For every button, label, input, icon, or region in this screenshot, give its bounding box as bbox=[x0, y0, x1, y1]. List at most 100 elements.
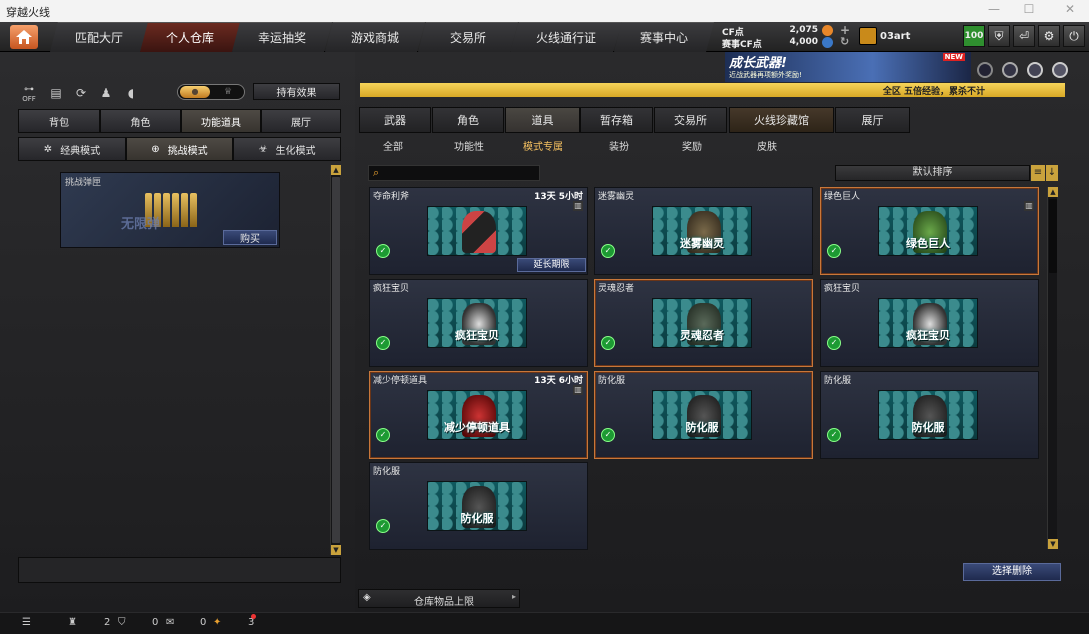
filter-reward[interactable]: 奖励 bbox=[669, 138, 715, 154]
banner-subtitle: 近战武器再项额外奖励! bbox=[729, 71, 802, 79]
left-tab-backpack[interactable]: 背包 bbox=[18, 109, 100, 133]
power-icon[interactable]: ⏻ bbox=[1063, 25, 1085, 47]
mouse-icon[interactable]: ◖ bbox=[122, 84, 140, 102]
promo-banner[interactable]: 成长武器! 近战武器再项额外奖励! NEW bbox=[725, 52, 971, 82]
maximize-button[interactable]: ☐ bbox=[1019, 2, 1039, 16]
capacity-button[interactable]: ◈ 仓库物品上限 ▸ bbox=[358, 589, 520, 608]
item-card[interactable]: 夺命利斧 13天 5小时 ▥ ✓ 延长期限 bbox=[369, 187, 588, 275]
emblem-icon-4[interactable] bbox=[1052, 62, 1068, 78]
right-tab-storage-box[interactable]: 暂存箱 bbox=[580, 107, 653, 133]
minimize-button[interactable]: — bbox=[984, 2, 1004, 16]
list-view-icon[interactable]: ≡ bbox=[1031, 165, 1045, 181]
item-card[interactable]: 减少停顿道具 13天 6小时 ▥ 减少停顿道具 ✓ bbox=[369, 371, 588, 459]
left-footer-bar bbox=[18, 557, 341, 583]
gear-icon[interactable]: ⚙ bbox=[1038, 25, 1060, 47]
scroll-down-icon[interactable]: ▼ bbox=[1048, 539, 1058, 549]
mode-biohazard[interactable]: ☣ 生化模式 bbox=[233, 137, 341, 161]
refresh-points-icon[interactable]: ↻ bbox=[840, 35, 849, 48]
exit-icon[interactable]: ⏎ bbox=[1013, 25, 1035, 47]
nav-tab-match-lobby[interactable]: 匹配大厅 bbox=[50, 22, 148, 52]
extend-duration-button[interactable]: 延长期限 bbox=[517, 258, 586, 272]
item-card[interactable]: 防化服 防化服 ✓ bbox=[594, 371, 813, 459]
nav-tab-personal-storage[interactable]: 个人仓库 bbox=[140, 22, 240, 52]
bulk-delete-button[interactable]: 选择删除 bbox=[963, 563, 1061, 581]
filter-skin[interactable]: 皮肤 bbox=[744, 138, 790, 154]
scroll-down-icon[interactable]: ▼ bbox=[331, 545, 341, 555]
friends-icon[interactable]: ♜ bbox=[68, 617, 77, 628]
search-input[interactable]: ⌕ bbox=[368, 165, 540, 181]
item-caption: 绿色巨人 bbox=[906, 237, 950, 250]
mode-challenge[interactable]: ⊕ 挑战模式 bbox=[126, 137, 233, 161]
mode-badge-icon: ✓ bbox=[827, 336, 841, 350]
mode-challenge-label: 挑战模式 bbox=[167, 145, 208, 157]
buy-button[interactable]: 购买 bbox=[223, 230, 277, 245]
trash-icon[interactable]: ▥ bbox=[1024, 201, 1034, 211]
left-scrollbar[interactable]: ▲ ▼ bbox=[330, 165, 341, 555]
scroll-up-icon[interactable]: ▲ bbox=[331, 165, 341, 175]
right-tab-exchange[interactable]: 交易所 bbox=[654, 107, 727, 133]
item-card[interactable]: 绿色巨人 ▥ 绿色巨人 ✓ bbox=[820, 187, 1039, 275]
trash-icon[interactable]: ▥ bbox=[573, 201, 583, 211]
level-badge[interactable]: 100 bbox=[963, 25, 985, 47]
filter-mode-exclusive[interactable]: 模式专属 bbox=[516, 138, 570, 154]
menu-icon[interactable]: ☰ bbox=[22, 617, 31, 628]
item-card[interactable]: 疯狂宝贝 疯狂宝贝 ✓ bbox=[369, 279, 588, 367]
person-icon[interactable]: ♟ bbox=[97, 84, 115, 102]
right-tab-collection-hall[interactable]: 火线珍藏馆 bbox=[729, 107, 834, 133]
coin-toggle-icon: ● bbox=[180, 86, 210, 98]
item-name: 防化服 bbox=[824, 376, 852, 386]
emblem-icon-1[interactable] bbox=[977, 62, 993, 78]
home-button[interactable] bbox=[10, 25, 38, 49]
scroll-up-icon[interactable]: ▲ bbox=[1048, 187, 1058, 197]
right-scrollbar[interactable]: ▲ ▼ bbox=[1047, 187, 1058, 549]
nav-tab-exchange[interactable]: 交易所 bbox=[418, 22, 518, 52]
view-toggle[interactable]: ● ♕ bbox=[177, 84, 245, 100]
sort-direction-icon[interactable]: ↓ bbox=[1046, 165, 1058, 181]
nav-tab-game-mall[interactable]: 游戏商城 bbox=[325, 22, 425, 52]
messages-count: 0 bbox=[152, 617, 159, 628]
item-image: 减少停顿道具 bbox=[427, 390, 527, 440]
sort-dropdown[interactable]: 默认排序 bbox=[835, 165, 1030, 181]
close-button[interactable]: ✕ bbox=[1060, 2, 1080, 16]
biohazard-icon: ☣ bbox=[258, 143, 268, 155]
filter-functional[interactable]: 功能性 bbox=[446, 138, 492, 154]
avatar[interactable] bbox=[859, 27, 877, 45]
filter-all[interactable]: 全部 bbox=[370, 138, 416, 154]
off-toggle-icon[interactable]: ⊶ OFF bbox=[20, 84, 38, 103]
item-card[interactable]: 迷雾幽灵 迷雾幽灵 ✓ bbox=[594, 187, 813, 275]
emblem-icon-2[interactable] bbox=[1002, 62, 1018, 78]
item-name: 防化服 bbox=[598, 376, 626, 386]
emblem-icon-3[interactable] bbox=[1027, 62, 1043, 78]
right-tab-characters[interactable]: 角色 bbox=[432, 107, 504, 133]
nav-tab-battle-pass[interactable]: 火线通行证 bbox=[510, 22, 622, 52]
right-tab-weapons[interactable]: 武器 bbox=[359, 107, 431, 133]
scroll-thumb[interactable] bbox=[1049, 199, 1057, 273]
nav-tab-lucky-draw[interactable]: 幸运抽奖 bbox=[232, 22, 332, 52]
chat-icon[interactable]: ✉ bbox=[166, 617, 174, 628]
shield-icon[interactable]: ⛨ bbox=[988, 25, 1010, 47]
holding-effect-button[interactable]: 持有效果 bbox=[253, 83, 340, 100]
item-card[interactable]: 防化服 防化服 ✓ bbox=[820, 371, 1039, 459]
gift-icon[interactable]: ✦ bbox=[213, 617, 221, 628]
nav-tab-event-center[interactable]: 赛事中心 bbox=[614, 22, 714, 52]
filter-costume[interactable]: 装扮 bbox=[596, 138, 642, 154]
right-tab-showroom[interactable]: 展厅 bbox=[835, 107, 910, 133]
left-tab-functional-items[interactable]: 功能道具 bbox=[181, 109, 261, 133]
shield-status-icon[interactable]: ⛉ bbox=[118, 617, 126, 628]
scroll-thumb[interactable] bbox=[332, 177, 340, 543]
axe-figure-icon bbox=[462, 211, 496, 253]
right-tab-items[interactable]: 道具 bbox=[505, 107, 580, 133]
mode-classic[interactable]: ✲ 经典模式 bbox=[18, 137, 126, 161]
new-badge: NEW bbox=[942, 53, 965, 61]
mode-biohazard-label: 生化模式 bbox=[275, 145, 316, 157]
layers-icon: ◈ bbox=[363, 592, 371, 603]
refresh-icon[interactable]: ⟳ bbox=[72, 84, 90, 102]
stats-icon[interactable]: ▤ bbox=[47, 84, 65, 102]
item-card[interactable]: 防化服 防化服 ✓ bbox=[369, 462, 588, 550]
left-tab-showroom[interactable]: 展厅 bbox=[261, 109, 341, 133]
left-tab-character[interactable]: 角色 bbox=[100, 109, 181, 133]
item-card[interactable]: 疯狂宝贝 疯狂宝贝 ✓ bbox=[820, 279, 1039, 367]
item-card[interactable]: 灵魂忍者 灵魂忍者 ✓ bbox=[594, 279, 813, 367]
trash-icon[interactable]: ▥ bbox=[573, 385, 583, 395]
challenge-mag-slot[interactable]: 挑战弹匣 无限弹 购买 bbox=[60, 172, 280, 248]
